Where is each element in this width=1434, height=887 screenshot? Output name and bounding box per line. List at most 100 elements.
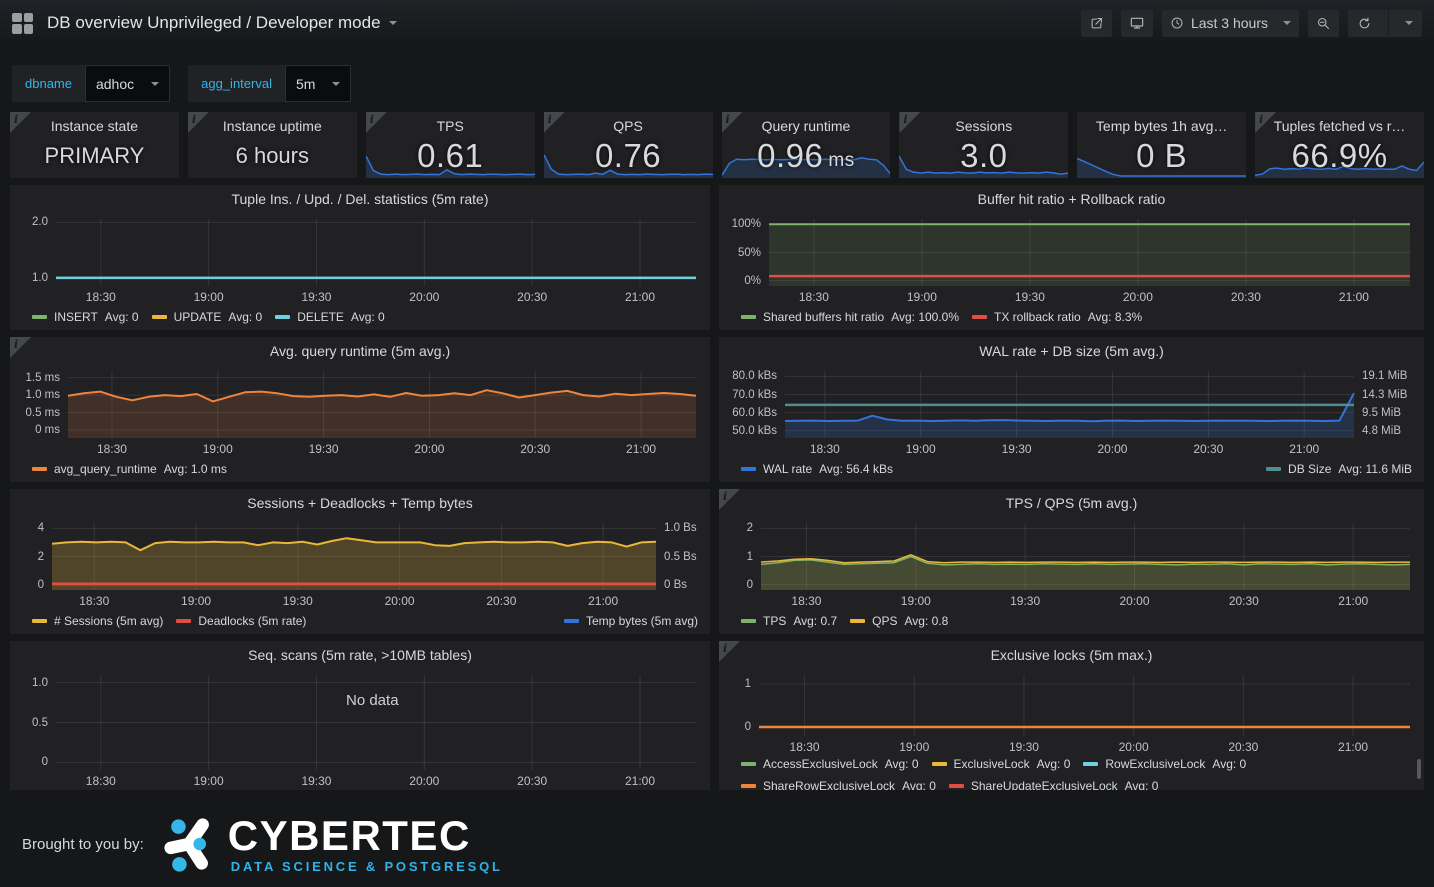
panel-seq-scans: Seq. scans (5m rate, >10MB tables) 1.00.… [10, 641, 710, 790]
x-axis-label: 20:00 [1119, 594, 1149, 608]
legend-item[interactable]: DB SizeAvg: 11.6 MiB [1266, 462, 1412, 476]
dashboard-title[interactable]: DB overview Unprivileged / Developer mod… [47, 13, 397, 33]
refresh-interval-button[interactable] [1396, 10, 1422, 37]
legend-color-swatch [850, 619, 865, 623]
zoom-out-button[interactable] [1308, 10, 1339, 37]
panel-title[interactable]: Sessions + Deadlocks + Temp bytes [10, 489, 710, 515]
y-axis-label: 1.0 ms [10, 389, 60, 401]
stat-value: 0.96ms [722, 134, 891, 178]
x-axis-label: 19:30 [301, 774, 331, 788]
panel-title[interactable]: WAL rate + DB size (5m avg.) [719, 337, 1424, 363]
legend-item[interactable]: Temp bytes (5m avg) [564, 614, 698, 628]
legend-scrollbar[interactable] [1417, 759, 1421, 779]
legend-item[interactable]: QPSAvg: 0.8 [850, 614, 948, 628]
stat-title[interactable]: Instance state [10, 118, 179, 134]
legend-item[interactable]: DELETEAvg: 0 [275, 310, 385, 324]
legend-group-left: INSERTAvg: 0 UPDATEAvg: 0 DELETEAvg: 0 [32, 310, 385, 324]
panel-title[interactable]: Exclusive locks (5m max.) [719, 641, 1424, 667]
time-range-picker[interactable]: Last 3 hours [1162, 10, 1299, 37]
stat-title[interactable]: TPS [366, 118, 535, 134]
clock-icon [1170, 16, 1184, 30]
y-axis-label: 60.0 kBs [719, 407, 777, 419]
x-axis-label: 19:00 [181, 594, 211, 608]
legend-label: Deadlocks (5m rate) [198, 614, 306, 628]
chart: 100%50%0%18:3019:0019:3020:0020:3021:00 [719, 211, 1424, 306]
tv-mode-button[interactable] [1121, 10, 1153, 37]
stat-title[interactable]: Sessions [899, 118, 1068, 134]
legend-item[interactable]: ShareRowExclusiveLockAvg: 0 [741, 779, 936, 790]
x-axis-label: 18:30 [791, 594, 821, 608]
chart: 21018:3019:0019:3020:0020:3021:00 [719, 515, 1424, 610]
x-axis-label: 19:30 [1009, 740, 1039, 754]
legend-item[interactable]: INSERTAvg: 0 [32, 310, 139, 324]
x-axis-label: 21:00 [1289, 442, 1319, 456]
stat-panel: iQuery runtime0.96ms [722, 112, 891, 178]
panel-title[interactable]: Buffer hit ratio + Rollback ratio [719, 185, 1424, 211]
y-axis-right-label: 1.0 Bs [664, 522, 697, 534]
stat-title[interactable]: Instance uptime [188, 118, 357, 134]
stat-title[interactable]: Temp bytes 1h avg… [1077, 118, 1246, 134]
apps-grid-icon[interactable] [12, 13, 33, 34]
no-data-text: No data [346, 692, 399, 709]
legend-item[interactable]: TPSAvg: 0.7 [741, 614, 837, 628]
legend-item[interactable]: # Sessions (5m avg) [32, 614, 163, 628]
legend: TPSAvg: 0.7 QPSAvg: 0.8 [719, 610, 1424, 634]
y-axis-label: 50.0 kBs [719, 425, 777, 437]
legend-item[interactable]: TX rollback ratioAvg: 8.3% [972, 310, 1142, 324]
panel-title[interactable]: Tuple Ins. / Upd. / Del. statistics (5m … [10, 185, 710, 211]
legend-color-swatch [741, 315, 756, 319]
variable-agg-interval[interactable]: agg_interval 5m [188, 65, 351, 102]
info-glyph: i [192, 113, 196, 126]
x-axis-label: 20:30 [486, 594, 516, 608]
legend-item[interactable]: Shared buffers hit ratioAvg: 100.0% [741, 310, 959, 324]
y-axis-label: 50% [719, 247, 761, 259]
panel-title[interactable]: Seq. scans (5m rate, >10MB tables) [10, 641, 710, 667]
x-axis-label: 19:00 [194, 774, 224, 788]
variable-dbname[interactable]: dbname adhoc [12, 65, 170, 102]
info-glyph: i [548, 113, 552, 126]
stat-value-number: 0.61 [417, 137, 483, 175]
panel-title[interactable]: Avg. query runtime (5m avg.) [10, 337, 710, 363]
legend-avg: Avg: 0 [228, 310, 262, 324]
caret-down-icon [151, 82, 159, 86]
x-axis-label: 20:30 [520, 442, 550, 456]
stat-value-number: 6 hours [236, 143, 309, 169]
legend-item[interactable]: WAL rateAvg: 56.4 kBs [741, 462, 893, 476]
y-axis-right-label: 9.5 MiB [1362, 407, 1401, 419]
chart: 2.01.018:3019:0019:3020:0020:3021:00 [10, 211, 710, 306]
x-axis-label: 19:30 [1015, 290, 1045, 304]
legend-item[interactable]: ExclusiveLockAvg: 0 [932, 757, 1071, 771]
legend-label: # Sessions (5m avg) [54, 614, 163, 628]
stat-value: 0.61 [366, 134, 535, 178]
panel-title[interactable]: TPS / QPS (5m avg.) [719, 489, 1424, 515]
legend-avg: Avg: 100.0% [891, 310, 959, 324]
stat-title[interactable]: Query runtime [722, 118, 891, 134]
variable-value: adhoc [96, 76, 134, 92]
legend-group-right: DB SizeAvg: 11.6 MiB [1266, 462, 1412, 476]
legend-item[interactable]: UPDATEAvg: 0 [152, 310, 263, 324]
legend-item[interactable]: ShareUpdateExclusiveLockAvg: 0 [949, 779, 1159, 790]
legend-avg: Avg: 0 [885, 757, 919, 771]
stat-title[interactable]: Tuples fetched vs r… [1255, 118, 1424, 134]
stat-value-number: 0.76 [595, 137, 661, 175]
refresh-button[interactable] [1348, 10, 1381, 37]
legend-item[interactable]: AccessExclusiveLockAvg: 0 [741, 757, 919, 771]
legend: AccessExclusiveLockAvg: 0 ExclusiveLockAv… [719, 756, 1424, 790]
legend-item[interactable]: RowExclusiveLockAvg: 0 [1083, 757, 1246, 771]
stat-value: 0 B [1077, 134, 1246, 178]
legend-item[interactable]: Deadlocks (5m rate) [176, 614, 306, 628]
y-axis-right-label: 19.1 MiB [1362, 370, 1407, 382]
x-axis-label: 19:30 [1002, 442, 1032, 456]
stat-value: PRIMARY [10, 134, 179, 178]
y-axis-label: 0% [719, 275, 761, 287]
y-axis-label: 1 [719, 678, 751, 690]
legend-item[interactable]: avg_query_runtimeAvg: 1.0 ms [32, 462, 227, 476]
legend-group-left: Shared buffers hit ratioAvg: 100.0% TX ro… [741, 310, 1142, 324]
y-axis-label: 80.0 kBs [719, 370, 777, 382]
logo-subtitle: DATA SCIENCE & POSTGRESQL [228, 860, 503, 873]
legend-group-left: TPSAvg: 0.7 QPSAvg: 0.8 [741, 614, 948, 628]
legend-avg: Avg: 0 [1037, 757, 1071, 771]
stat-title[interactable]: QPS [544, 118, 713, 134]
y-axis-label: 2.0 [10, 216, 48, 228]
share-button[interactable] [1081, 10, 1112, 37]
